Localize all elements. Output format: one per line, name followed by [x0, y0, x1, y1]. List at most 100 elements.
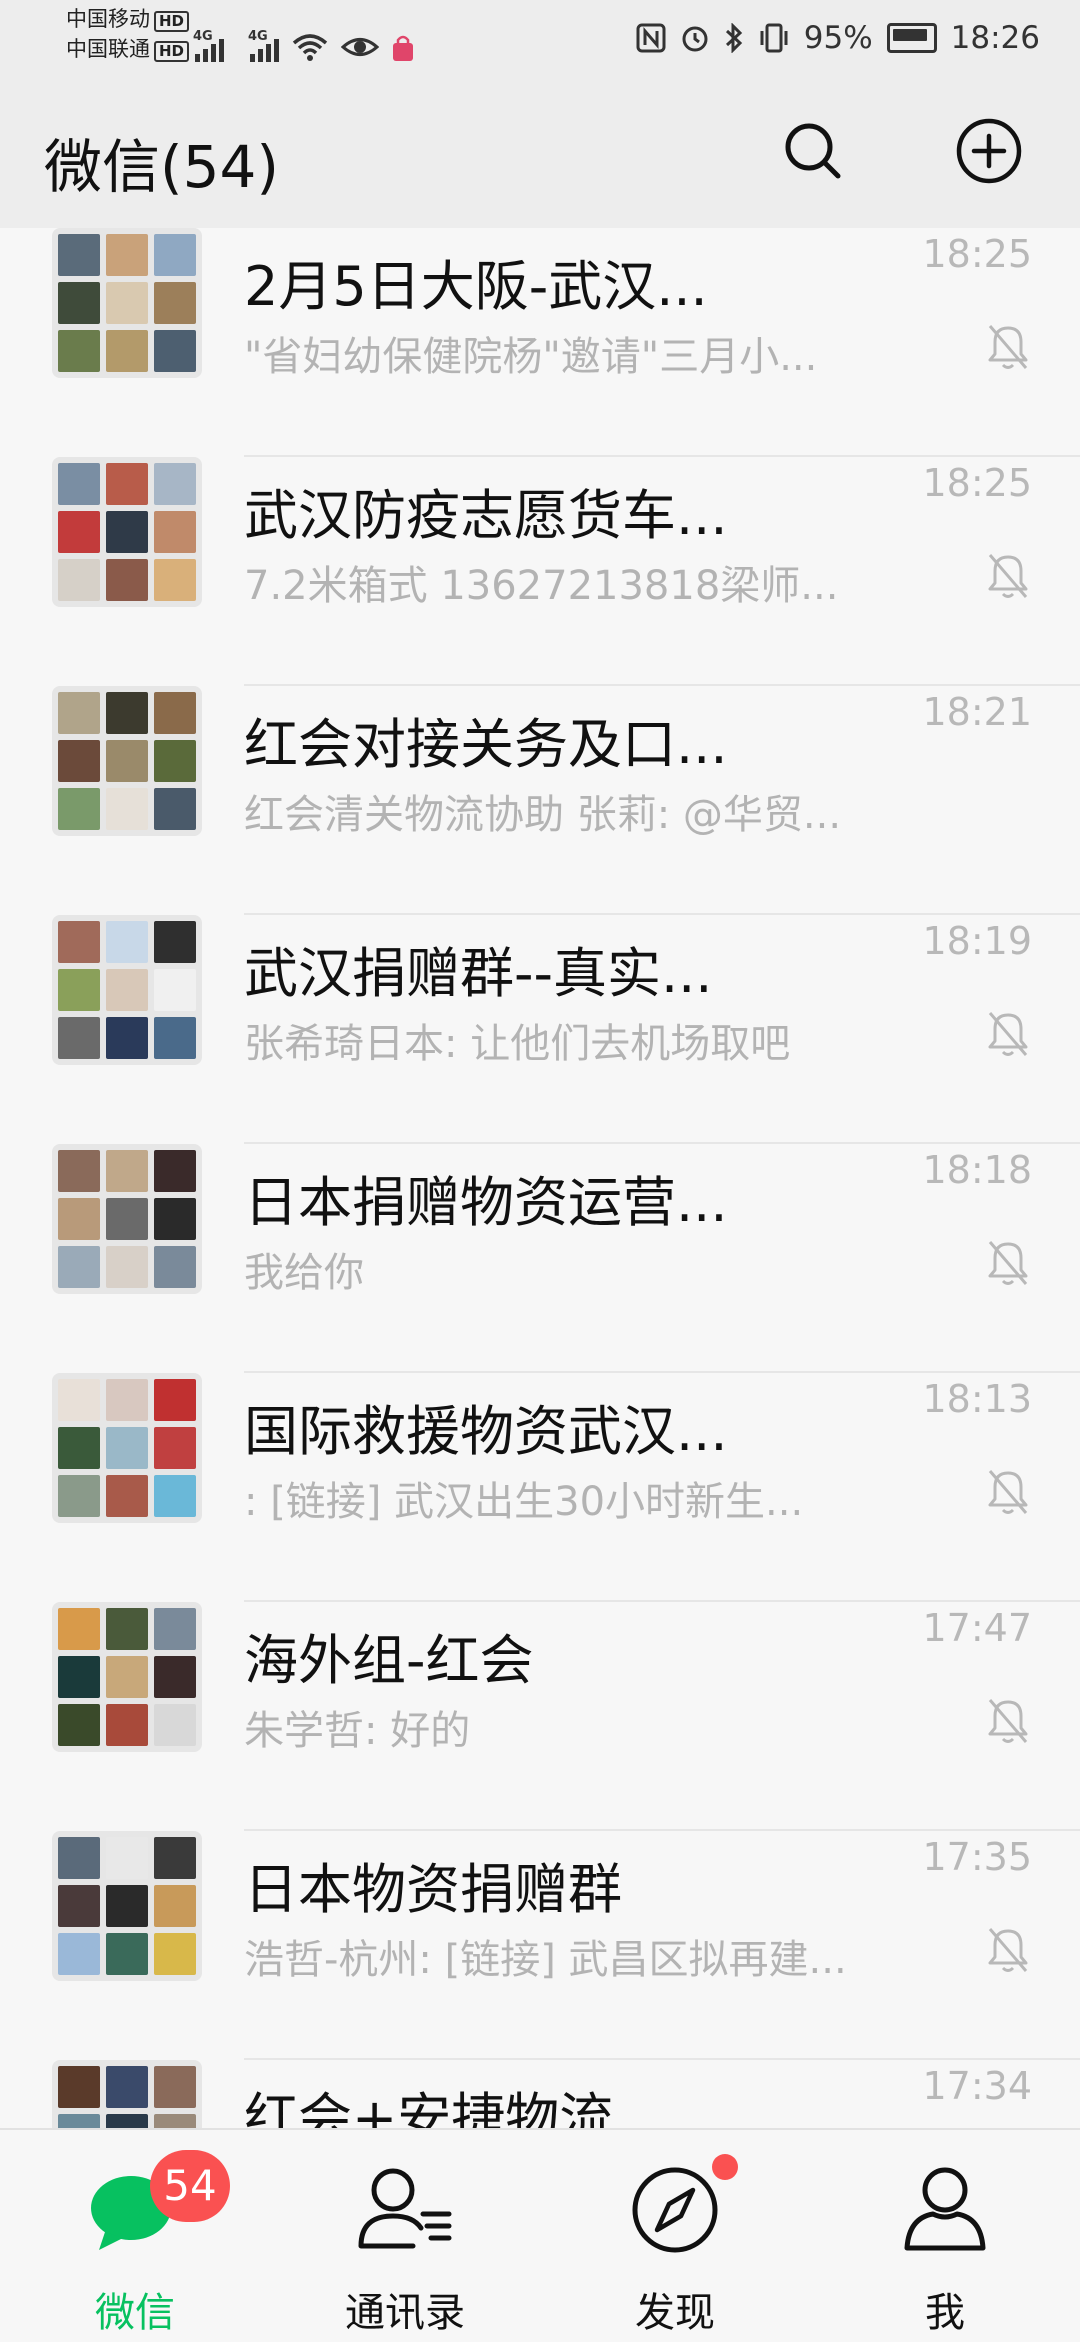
- chat-row[interactable]: 2月5日大阪-武汉... "省妇幼保健院杨"邀请"三月小... 18:25: [0, 228, 1080, 457]
- group-avatar[interactable]: [52, 457, 202, 607]
- avatar-tile: [58, 1475, 100, 1517]
- chat-preview: 7.2米箱式 13627213818梁师...: [244, 563, 839, 609]
- avatar-tile: [106, 1704, 148, 1746]
- avatar-tile: [154, 234, 196, 276]
- carrier-1-name: 中国移动: [66, 7, 150, 31]
- avatar-tile: [106, 282, 148, 324]
- tab-me-label: 我: [925, 2290, 965, 2336]
- avatar-tile: [154, 921, 196, 963]
- bluetooth-icon: [725, 23, 742, 53]
- person-icon: [904, 2167, 986, 2251]
- clock: 18:26: [950, 20, 1040, 56]
- avatar-tile: [154, 282, 196, 324]
- mute-bell-icon: [988, 1928, 1028, 1972]
- avatar-tile: [58, 330, 100, 372]
- group-avatar[interactable]: [52, 1373, 202, 1523]
- avatar-tile: [154, 740, 196, 782]
- mute-bell-icon: [988, 325, 1028, 369]
- avatar-tile: [106, 969, 148, 1011]
- avatar-tile: [106, 559, 148, 601]
- chat-time: 18:25: [922, 232, 1032, 276]
- group-avatar[interactable]: [52, 1602, 202, 1752]
- avatar-tile: [106, 1379, 148, 1421]
- avatar-tile: [58, 1933, 100, 1975]
- network-icons: 4G 4G: [193, 14, 415, 62]
- avatar-tile: [106, 1885, 148, 1927]
- chat-title: 海外组-红会: [244, 1629, 534, 1692]
- avatar-tile: [106, 511, 148, 553]
- chat-row[interactable]: 日本物资捐赠群 浩哲-杭州: [链接] 武昌区拟再建... 17:35: [0, 1831, 1080, 2060]
- avatar-tile: [58, 1150, 100, 1192]
- tab-chats[interactable]: 54 微信: [0, 2130, 270, 2342]
- group-avatar[interactable]: [52, 1144, 202, 1294]
- tab-discover-label: 发现: [635, 2290, 715, 2336]
- shopping-bag-icon: [393, 35, 413, 61]
- avatar-tile: [106, 1656, 148, 1698]
- avatar-tile: [58, 511, 100, 553]
- avatar-tile: [154, 559, 196, 601]
- nfc-icon: [636, 23, 666, 53]
- avatar-tile: [154, 1608, 196, 1650]
- chat-title: 武汉捐赠群--真实...: [244, 942, 713, 1005]
- new-content-dot: [712, 2154, 738, 2180]
- hd-badge: HD: [154, 11, 190, 32]
- unread-badge: 54: [150, 2150, 230, 2222]
- chat-title: 日本捐赠物资运营...: [244, 1171, 728, 1234]
- avatar-tile: [154, 1246, 196, 1288]
- group-avatar[interactable]: [52, 228, 202, 378]
- avatar-tile: [154, 330, 196, 372]
- app-header: 微信(54): [0, 80, 1080, 228]
- signal-1-icon: 4G: [193, 29, 224, 62]
- avatar-tile: [106, 1837, 148, 1879]
- mute-bell-icon: [988, 1241, 1028, 1285]
- avatar-tile: [154, 692, 196, 734]
- tab-me[interactable]: 我: [810, 2130, 1080, 2342]
- signal-2-icon: 4G: [248, 29, 279, 62]
- avatar-tile: [154, 788, 196, 830]
- carrier-1: 中国移动 HD: [66, 6, 190, 32]
- page-title: 微信(54): [44, 133, 280, 201]
- chat-title: 日本物资捐赠群: [244, 1858, 622, 1921]
- avatar-tile: [58, 1837, 100, 1879]
- tab-contacts[interactable]: 通讯录: [270, 2130, 540, 2342]
- avatar-tile: [58, 1885, 100, 1927]
- chat-row[interactable]: 红会对接关务及口... 红会清关物流协助 张莉: @华贸... 18:21: [0, 686, 1080, 915]
- group-avatar[interactable]: [52, 1831, 202, 1981]
- chat-preview: 我给你: [244, 1250, 364, 1296]
- chat-row[interactable]: 国际救援物资武汉... : [链接] 武汉出生30小时新生... 18:13: [0, 1373, 1080, 1602]
- chat-row[interactable]: 武汉防疫志愿货车... 7.2米箱式 13627213818梁师... 18:25: [0, 457, 1080, 686]
- avatar-tile: [154, 1475, 196, 1517]
- avatar-tile: [58, 1656, 100, 1698]
- avatar-tile: [58, 559, 100, 601]
- chat-row[interactable]: 武汉捐赠群--真实... 张希琦日本: 让他们去机场取吧 18:19: [0, 915, 1080, 1144]
- chat-time: 18:21: [922, 690, 1032, 734]
- avatar-tile: [106, 1150, 148, 1192]
- alarm-icon: [682, 26, 708, 52]
- contacts-icon: [358, 2168, 452, 2249]
- group-avatar[interactable]: [52, 686, 202, 836]
- plus-circle-icon[interactable]: [954, 116, 1024, 186]
- chat-preview: 浩哲-杭州: [链接] 武昌区拟再建...: [244, 1937, 847, 1983]
- avatar-tile: [106, 463, 148, 505]
- compass-icon: [632, 2167, 718, 2253]
- search-icon[interactable]: [778, 116, 848, 186]
- avatar-tile: [106, 1246, 148, 1288]
- avatar-tile: [58, 1246, 100, 1288]
- avatar-tile: [106, 234, 148, 276]
- avatar-tile: [58, 1704, 100, 1746]
- chat-time: 17:34: [922, 2064, 1032, 2108]
- chat-row[interactable]: 日本捐赠物资运营... 我给你 18:18: [0, 1144, 1080, 1373]
- tab-discover[interactable]: 发现: [540, 2130, 810, 2342]
- avatar-tile: [154, 1837, 196, 1879]
- avatar-tile: [58, 282, 100, 324]
- avatar-tile: [106, 1427, 148, 1469]
- chat-row[interactable]: 海外组-红会 朱学哲: 好的 17:47: [0, 1602, 1080, 1831]
- chat-preview: 红会清关物流协助 张莉: @华贸...: [244, 792, 842, 838]
- hd-badge: HD: [154, 41, 190, 62]
- chat-list[interactable]: 2月5日大阪-武汉... "省妇幼保健院杨"邀请"三月小... 18:25 武汉防疫…: [0, 228, 1080, 2289]
- net-1-label: 4G: [193, 29, 213, 44]
- avatar-tile: [106, 1198, 148, 1240]
- avatar-tile: [106, 1017, 148, 1059]
- carrier-2-name: 中国联通: [66, 37, 150, 61]
- group-avatar[interactable]: [52, 915, 202, 1065]
